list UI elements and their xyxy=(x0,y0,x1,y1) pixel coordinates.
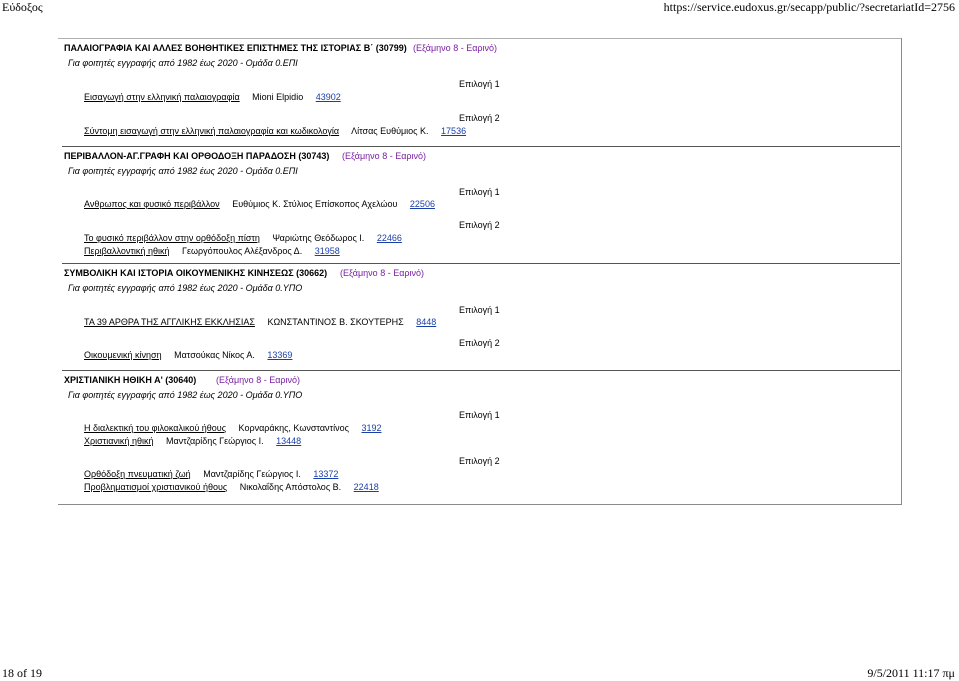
book-code-link[interactable]: 13369 xyxy=(267,350,292,360)
book-author: Γεωργόπουλος Αλέξανδρος Δ. xyxy=(181,246,303,256)
book-author: Ψαριώτης Θεόδωρος Ι. xyxy=(272,233,365,243)
choice-label: Επιλογή 1 xyxy=(459,187,500,197)
book-author: Νικολαΐδης Απόστολος Β. xyxy=(239,482,342,492)
book-title-link[interactable]: Προβληματισμοί χριστιανικού ήθους xyxy=(84,482,227,492)
course-title: ΠΕΡΙΒΑΛΛΟΝ-ΑΓ.ΓΡΑΦΗ ΚΑΙ ΟΡΘΟΔΟΞΗ ΠΑΡΑΔΟΣ… xyxy=(64,151,330,161)
book-code-link[interactable]: 22418 xyxy=(354,482,379,492)
book-code-link[interactable]: 22506 xyxy=(410,199,435,209)
course-semester: (Εξάμηνο 8 - Εαρινό) xyxy=(216,375,301,385)
book-author: Ματσούκας Νίκος Α. xyxy=(174,350,255,360)
choice-label: Επιλογή 2 xyxy=(459,338,500,348)
course-semester: (Εξάμηνο 8 - Εαρινό) xyxy=(340,268,425,278)
course-separator xyxy=(62,146,900,147)
book-code-link[interactable]: 13372 xyxy=(313,469,338,479)
book-author: Μαντζαρίδης Γεώργιος Ι. xyxy=(203,469,301,479)
book-entry: Οικουμενική κίνηση Ματσούκας Νίκος Α. 13… xyxy=(84,350,292,361)
book-author: Λίτσας Ευθύμιος Κ. xyxy=(351,126,429,136)
book-code-link[interactable]: 31958 xyxy=(315,246,340,256)
print-datetime: 9/5/2011 11:17 πμ xyxy=(867,666,955,680)
book-code-link[interactable]: 3192 xyxy=(361,423,381,433)
course-subtitle: Για φοιτητές εγγραφής από 1982 έως 2020 … xyxy=(68,166,298,176)
choice-label: Επιλογή 1 xyxy=(459,410,500,420)
book-title-link[interactable]: Περιβαλλοντική ηθική xyxy=(84,246,169,256)
book-title-link[interactable]: Ανθρωπος και φυσικό περιβάλλον xyxy=(84,199,220,209)
book-entry: Εισαγωγή στην ελληνική παλαιογραφία Mion… xyxy=(84,92,341,103)
choice-label: Επιλογή 1 xyxy=(459,79,500,89)
book-entry: Το φυσικό περιβάλλον στην ορθόδοξη πίστη… xyxy=(84,233,402,244)
book-code-link[interactable]: 43902 xyxy=(316,92,341,102)
book-author: Mioni Elpidio xyxy=(252,92,304,102)
book-title-link[interactable]: Το φυσικό περιβάλλον στην ορθόδοξη πίστη xyxy=(84,233,260,243)
choice-label: Επιλογή 2 xyxy=(459,456,500,466)
book-entry: Προβληματισμοί χριστιανικού ήθους Νικολα… xyxy=(84,482,379,493)
book-author: Μαντζαρίδης Γεώργιος Ι. xyxy=(165,436,264,446)
book-author: ΚΩΝΣΤΑΝΤΙΝΟΣ Β. ΣΚΟΥΤΕΡΗΣ xyxy=(267,317,404,327)
choice-label: Επιλογή 2 xyxy=(459,113,500,123)
book-title-link[interactable]: Ορθόδοξη πνευματική ζωή xyxy=(84,469,191,479)
print-header-url: https://service.eudoxus.gr/secapp/public… xyxy=(663,0,955,14)
book-code-link[interactable]: 8448 xyxy=(416,317,436,327)
book-entry: Ανθρωπος και φυσικό περιβάλλον Ευθύμιος … xyxy=(84,199,435,210)
book-title-link[interactable]: Η διαλεκτική του φιλοκαλικού ήθους xyxy=(84,423,226,433)
book-title-link[interactable]: Εισαγωγή στην ελληνική παλαιογραφία xyxy=(84,92,240,102)
book-title-link[interactable]: Οικουμενική κίνηση xyxy=(84,350,162,360)
course-subtitle: Για φοιτητές εγγραφής από 1982 έως 2020 … xyxy=(68,283,303,293)
choice-label: Επιλογή 1 xyxy=(459,305,500,315)
book-entry: ΤΑ 39 ΑΡΘΡΑ ΤΗΣ ΑΓΓΛΙΚΗΣ ΕΚΚΛΗΣΙΑΣ ΚΩΝΣΤ… xyxy=(84,317,436,328)
course-title: ΧΡΙΣΤΙΑΝΙΚΗ ΗΘΙΚΗ Α' (30640) xyxy=(64,375,197,385)
book-entry: Ορθόδοξη πνευματική ζωή Μαντζαρίδης Γεώρ… xyxy=(84,469,338,480)
book-title-link[interactable]: Χριστιανική ηθική xyxy=(84,436,153,446)
course-separator xyxy=(62,370,900,371)
book-entry: Περιβαλλοντική ηθική Γεωργόπουλος Αλέξαν… xyxy=(84,246,340,257)
book-author: Κορναράκης, Κωνσταντίνος xyxy=(238,423,349,433)
course-subtitle: Για φοιτητές εγγραφής από 1982 έως 2020 … xyxy=(68,390,303,400)
course-semester: (Εξάμηνο 8 - Εαρινό) xyxy=(342,151,427,161)
book-entry: Χριστιανική ηθική Μαντζαρίδης Γεώργιος Ι… xyxy=(84,436,301,447)
book-entry: Σύντομη εισαγωγή στην ελληνική παλαιογρα… xyxy=(84,126,466,137)
course-title: ΠΑΛΑΙΟΓΡΑΦΙΑ ΚΑΙ ΑΛΛΕΣ ΒΟΗΘΗΤΙΚΕΣ ΕΠΙΣΤΗ… xyxy=(64,43,407,53)
book-author: Ευθύμιος Κ. Στύλιος Επίσκοπος Αχελώου xyxy=(232,199,398,209)
course-separator xyxy=(62,263,900,264)
page-number: 18 of 19 xyxy=(2,666,42,680)
book-code-link[interactable]: 17536 xyxy=(441,126,466,136)
book-title-link[interactable]: ΤΑ 39 ΑΡΘΡΑ ΤΗΣ ΑΓΓΛΙΚΗΣ ΕΚΚΛΗΣΙΑΣ xyxy=(84,317,255,327)
course-subtitle: Για φοιτητές εγγραφής από 1982 έως 2020 … xyxy=(68,58,298,68)
choice-label: Επιλογή 2 xyxy=(459,220,500,230)
book-entry: Η διαλεκτική του φιλοκαλικού ήθους Κορνα… xyxy=(84,423,381,434)
book-code-link[interactable]: 22466 xyxy=(377,233,402,243)
book-code-link[interactable]: 13448 xyxy=(276,436,301,446)
book-title-link[interactable]: Σύντομη εισαγωγή στην ελληνική παλαιογρα… xyxy=(84,126,339,136)
course-title: ΣΥΜΒΟΛΙΚΗ ΚΑΙ ΙΣΤΟΡΙΑ ΟΙΚΟΥΜΕΝΙΚΗΣ ΚΙΝΗΣ… xyxy=(64,268,328,278)
print-header-title: Εύδοξος xyxy=(2,0,43,14)
course-semester: (Εξάμηνο 8 - Εαρινό) xyxy=(413,43,498,53)
